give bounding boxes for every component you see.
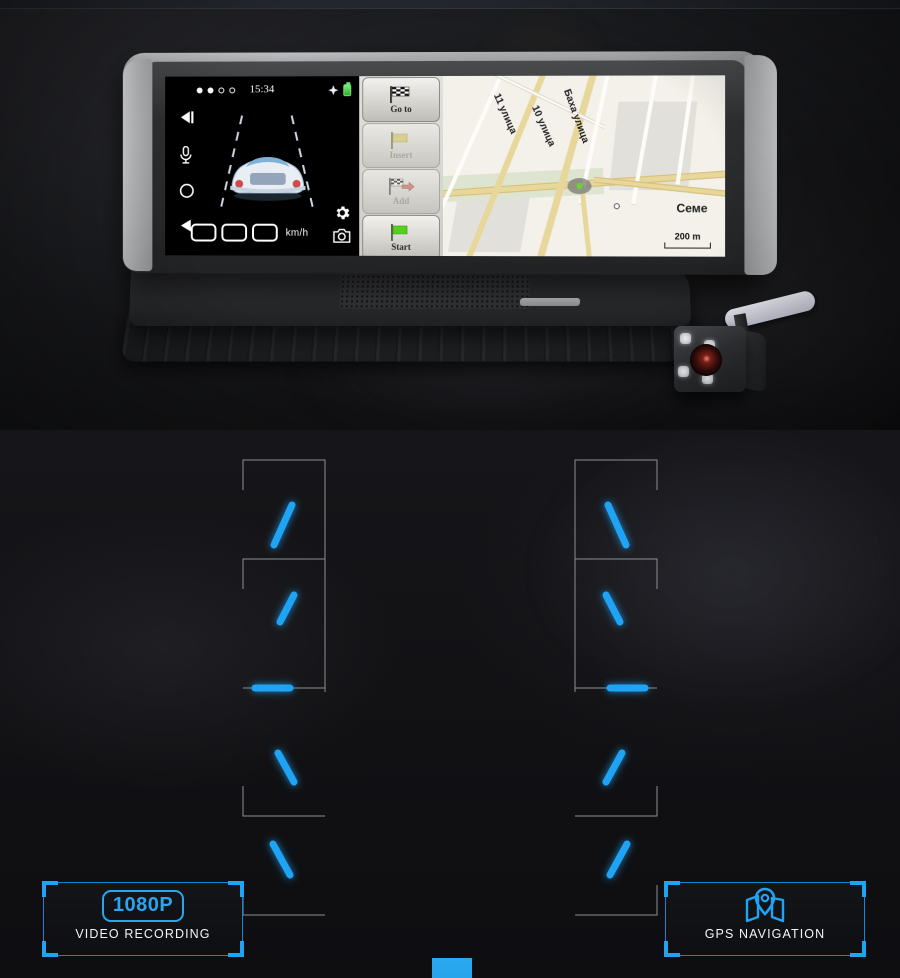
features-background-glow [520, 430, 900, 720]
nav-button-label: Add [393, 195, 409, 205]
features-section: 1080P VIDEO RECORDING REVERSE PARKING [0, 430, 900, 978]
feature-card-gps-navigation[interactable]: GPS NAVIGATION [665, 882, 865, 956]
map-pin-icon [743, 885, 787, 927]
map-view[interactable]: 11 улица 10 улица Баха улица Семе 200 m [443, 75, 725, 256]
rear-view-camera [660, 300, 790, 410]
gps-position-marker [567, 178, 591, 194]
nav-button-goto[interactable]: Go to [362, 77, 440, 122]
badge-1080p-label: 1080P [102, 890, 184, 922]
dashcam-device: 15:34 km/h Go to Insert Add Start 11 ули… [112, 52, 772, 382]
down-arrow-icon [410, 958, 494, 978]
camera-lens [690, 344, 722, 376]
dashcam-panel: 15:34 km/h [165, 76, 359, 256]
checkered-flag-arrow-icon [388, 177, 414, 194]
camera-led-icon [680, 333, 691, 344]
map-street-label: 10 улица [529, 104, 557, 148]
speed-digit-box [252, 224, 278, 242]
nav-button-start[interactable]: Start [362, 215, 440, 257]
base-release-tab [520, 298, 581, 306]
speed-display: km/h [191, 224, 309, 242]
green-flag-icon [388, 223, 414, 240]
camera-led-icon [678, 366, 689, 377]
nav-button-label: Insert [390, 150, 413, 160]
feature-caption: GPS NAVIGATION [705, 927, 826, 941]
camera-icon[interactable] [332, 228, 351, 244]
chrome-trim-left [123, 59, 153, 271]
status-bar: 15:34 [165, 82, 359, 98]
chrome-trim-right [744, 55, 777, 275]
car-illustration [222, 140, 313, 202]
nav-button-add[interactable]: Add [362, 169, 440, 214]
product-hero-section: 15:34 km/h Go to Insert Add Start 11 ули… [0, 0, 900, 430]
feature-caption: VIDEO RECORDING [75, 927, 210, 941]
map-scale: 200 m [664, 231, 711, 248]
speed-unit-label: km/h [286, 227, 309, 238]
record-circle-icon[interactable] [179, 183, 195, 204]
speed-digit-box [221, 224, 247, 242]
map-scale-label: 200 m [675, 231, 701, 241]
feature-card-video-recording[interactable]: 1080P VIDEO RECORDING [43, 882, 243, 956]
hero-top-strip [0, 0, 900, 9]
yellow-flag-icon [388, 132, 414, 149]
map-waypoint-dot [614, 203, 620, 209]
speed-digit-box [191, 224, 217, 242]
nav-button-label: Go to [390, 104, 411, 114]
status-right-icons [328, 84, 351, 96]
device-body: 15:34 km/h Go to Insert Add Start 11 ули… [123, 51, 763, 275]
map-street-label: 11 улица [491, 92, 519, 136]
video-1080p-icon: 1080P [102, 885, 184, 927]
nav-button-insert[interactable]: Insert [362, 123, 440, 168]
device-screen[interactable]: 15:34 km/h Go to Insert Add Start 11 ули… [165, 75, 725, 256]
checkered-flag-icon [388, 86, 414, 103]
microphone-icon[interactable] [179, 146, 193, 169]
rewind-icon[interactable] [179, 110, 197, 129]
map-road [579, 186, 592, 257]
settings-gear-icon[interactable] [333, 204, 351, 222]
battery-icon [343, 84, 351, 96]
nav-button-label: Start [391, 241, 410, 251]
lane-departure-visual [214, 106, 318, 221]
gps-icon [328, 85, 338, 95]
navigation-button-panel: Go to Insert Add Start [359, 76, 443, 256]
speaker-grille [339, 274, 530, 308]
screen-action-icons [332, 204, 351, 244]
map-street-label: Семе [676, 201, 707, 215]
